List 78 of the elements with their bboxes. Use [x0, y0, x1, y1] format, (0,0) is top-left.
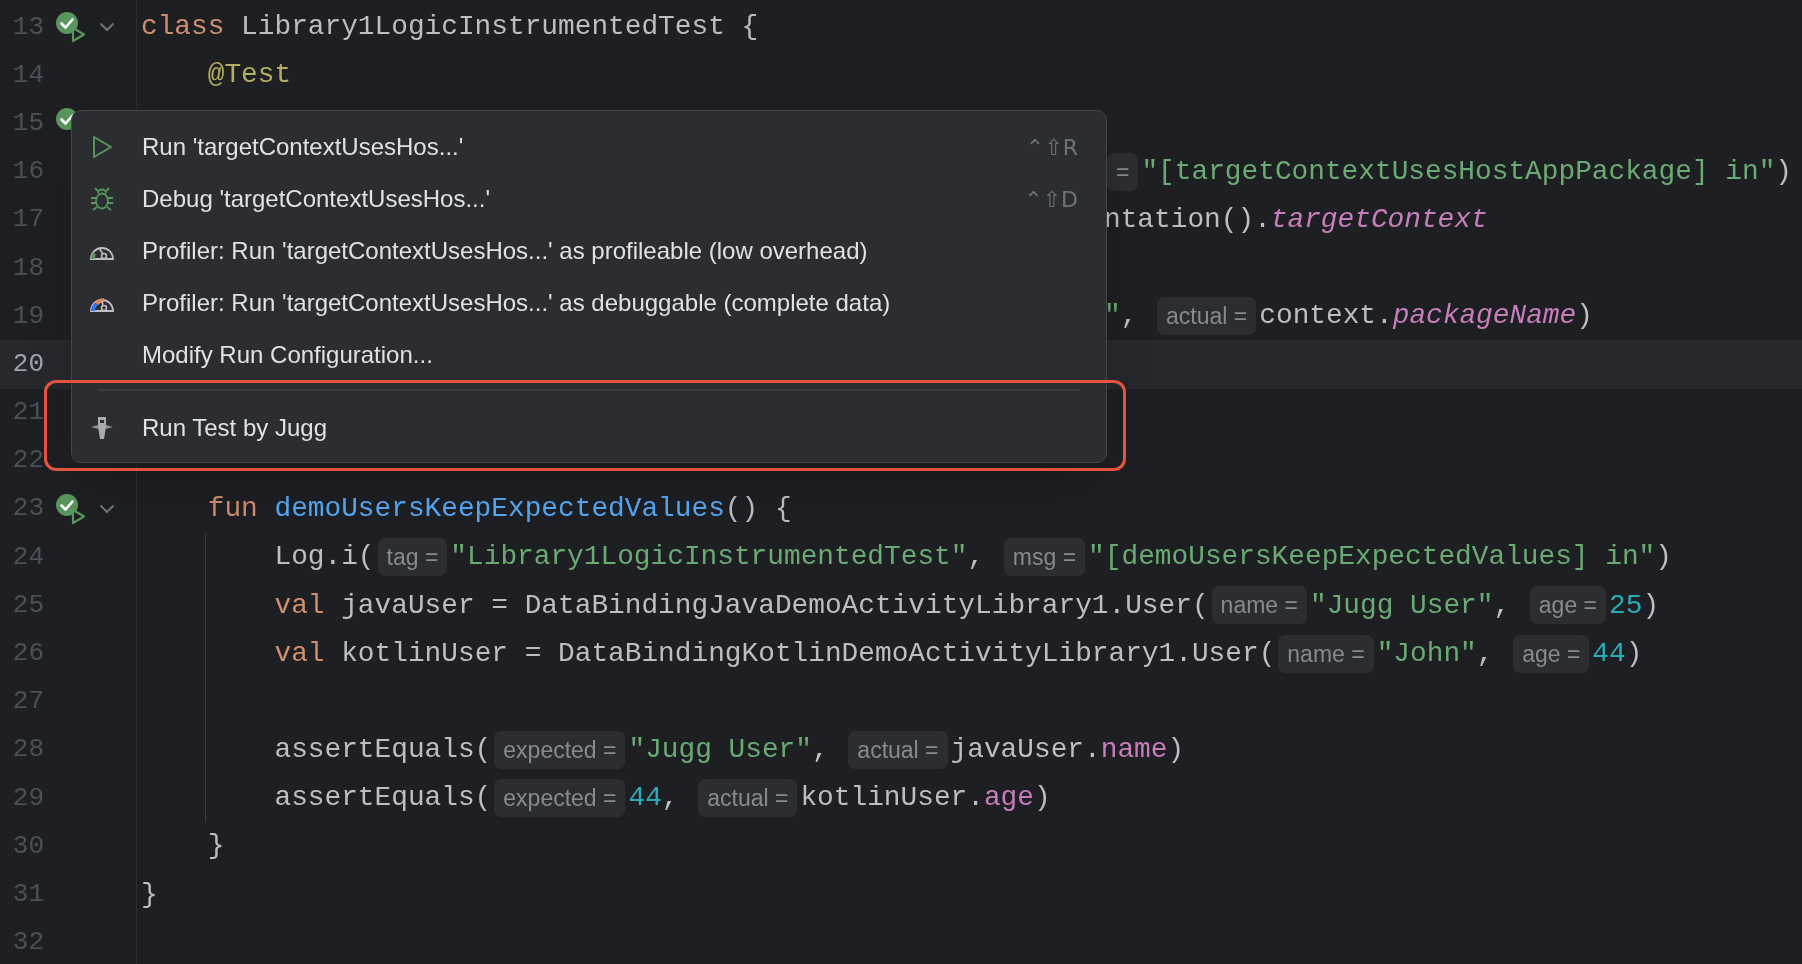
code-token: class: [141, 10, 225, 45]
parameter-hint: =: [1107, 152, 1139, 191]
code-token: ): [1034, 781, 1051, 816]
code-token: ,: [1476, 636, 1495, 671]
code-token: ntation().: [1104, 203, 1271, 237]
parameter-hint: age =: [1513, 634, 1590, 673]
code-token: 25: [1609, 588, 1643, 623]
code-token: demoUsersKeepExpectedValues: [274, 492, 725, 527]
menu-item[interactable]: Profiler: Run 'targetContextUsesHos...' as profileable (low overhead): [72, 225, 1106, 277]
code-token: @Test: [206, 58, 292, 93]
code-token: }: [206, 829, 225, 864]
code-token: javaUser.: [950, 733, 1101, 768]
code-token: ): [1625, 636, 1643, 671]
code-token: ": [1104, 299, 1121, 334]
code-token: "John": [1376, 636, 1477, 671]
shortcut-label: ⌃⇧R: [1025, 133, 1078, 162]
code-token: ,: [1493, 588, 1512, 623]
parameter-hint: msg =: [1003, 538, 1086, 577]
code-token: val: [273, 588, 325, 623]
test-passed-run-icon[interactable]: [55, 492, 87, 525]
code-token: age: [983, 781, 1034, 816]
parameter-hint: actual =: [848, 730, 948, 769]
code-token: "[targetContextUsesHostAppPackage] in": [1141, 154, 1776, 189]
code-token: }: [141, 877, 158, 912]
menu-item[interactable]: Modify Run Configuration...: [72, 329, 1106, 381]
menu-item[interactable]: Debug 'targetContextUsesHos...' ⌃⇧D: [72, 173, 1106, 225]
menu-item[interactable]: Profiler: Run 'targetContextUsesHos...' as debuggable (complete data): [72, 277, 1106, 329]
code-token: kotlinUser.: [800, 781, 984, 816]
code-token: ): [1576, 299, 1593, 334]
code-token: "Jugg User": [1309, 588, 1494, 623]
code-token: ,: [1120, 299, 1139, 334]
code-token: ): [1167, 733, 1185, 768]
code-token: () {: [724, 492, 792, 527]
code-token: targetContext: [1270, 203, 1488, 237]
code-token: context.: [1259, 299, 1393, 334]
parameter-hint: name =: [1278, 634, 1374, 673]
menu-item-label: Profiler: Run 'targetContextUsesHos...' as debuggable (complete data): [142, 288, 892, 318]
code-token: kotlinUser = DataBindingKotlinDemoActivityLibrary1.User(: [340, 636, 1276, 671]
code-token: ): [1655, 540, 1672, 575]
code-token: fun: [206, 492, 259, 527]
menu-item[interactable]: Run 'targetContextUsesHos...' ⌃⇧R: [72, 121, 1106, 173]
line-number: 20: [11, 347, 44, 381]
code-token: "[demoUsersKeepExpectedValues] in": [1088, 540, 1656, 575]
menu-item-label: Run Test by Jugg: [142, 413, 328, 443]
code-token: ,: [967, 540, 986, 575]
menu-item-label: Run 'targetContextUsesHos...': [142, 132, 465, 162]
code-token: ,: [812, 733, 830, 768]
parameter-hint: tag =: [377, 538, 448, 577]
code-token: packageName: [1392, 299, 1577, 334]
chevron-down-icon[interactable]: [99, 22, 115, 33]
code-token: "Library1LogicInstrumentedTest": [450, 540, 968, 575]
code-token: 44: [1592, 636, 1626, 671]
code-token: name: [1100, 733, 1168, 768]
parameter-hint: expected =: [494, 730, 626, 769]
code-token: ): [1775, 154, 1792, 189]
parameter-hint: actual =: [1157, 297, 1257, 336]
menu-item-label: Debug 'targetContextUsesHos...': [142, 184, 491, 214]
bug-icon: [89, 186, 115, 212]
code-token: assertEquals(: [273, 781, 492, 816]
code-token: "Jugg User": [628, 733, 812, 768]
code-token: assertEquals(: [273, 733, 492, 768]
code-token: 44: [628, 781, 662, 816]
code-token: ): [1642, 588, 1660, 623]
test-passed-run-icon[interactable]: [55, 11, 87, 44]
menu-item-label: Modify Run Configuration...: [142, 340, 434, 370]
code-token: javaUser = DataBindingJavaDemoActivityLibrary1.User(: [340, 588, 1209, 623]
parameter-hint: expected =: [494, 779, 626, 818]
shortcut-label: ⌃⇧D: [1024, 185, 1078, 214]
code-token: val: [273, 636, 325, 671]
parameter-hint: name =: [1211, 586, 1307, 625]
code-token: ,: [661, 781, 680, 816]
menu-item[interactable]: Run Test by Jugg: [72, 402, 1106, 454]
parameter-hint: age =: [1529, 586, 1607, 625]
parameter-hint: actual =: [698, 779, 798, 818]
menu-item-label: Profiler: Run 'targetContextUsesHos...' as profileable (low overhead): [142, 236, 869, 266]
code-token: Library1LogicInstrumentedTest {: [240, 10, 759, 45]
code-token: Log.i(: [273, 540, 375, 575]
chevron-down-icon[interactable]: [99, 503, 115, 514]
